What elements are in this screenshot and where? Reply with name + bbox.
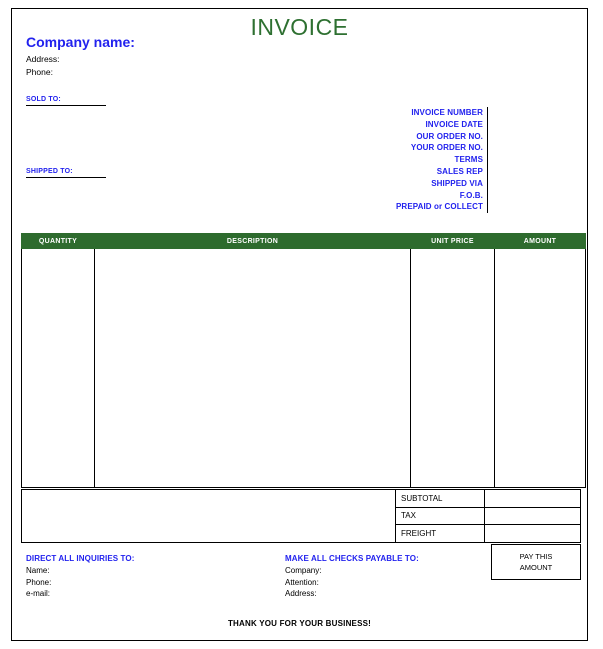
company-phone-label: Phone: xyxy=(26,67,53,77)
pay-this-amount-line1: PAY THIS xyxy=(519,552,553,561)
cell-amount[interactable] xyxy=(494,248,586,488)
inquiries-name-label: Name: xyxy=(26,566,50,575)
meta-label-our-order-no: OUR ORDER NO. xyxy=(416,131,483,141)
column-header-unit-price: UNIT PRICE xyxy=(410,233,495,249)
line-items-table: QUANTITY DESCRIPTION UNIT PRICE AMOUNT xyxy=(21,233,586,488)
sold-to-label: SOLD TO: xyxy=(26,96,106,106)
meta-label-invoice-date: INVOICE DATE xyxy=(425,119,483,129)
shipped-to-label: SHIPPED TO: xyxy=(26,168,106,178)
meta-label-your-order-no: YOUR ORDER NO. xyxy=(410,143,483,153)
cell-unit-price[interactable] xyxy=(410,248,495,488)
totals-table: SUBTOTAL TAX FREIGHT xyxy=(21,489,581,543)
meta-label-sales-rep: SALES REP xyxy=(436,166,483,176)
totals-label-tax: TAX xyxy=(395,506,485,525)
make-checks-payable-heading: MAKE ALL CHECKS PAYABLE TO: xyxy=(285,554,419,563)
invoice-meta-labels: INVOICE NUMBER INVOICE DATE OUR ORDER NO… xyxy=(263,107,488,214)
table-row xyxy=(21,248,586,488)
totals-row-subtotal: SUBTOTAL xyxy=(21,489,581,543)
totals-label-freight: FREIGHT xyxy=(395,524,485,543)
make-checks-payable-block: MAKE ALL CHECKS PAYABLE TO: Company: Att… xyxy=(285,553,515,600)
totals-value-freight[interactable] xyxy=(484,524,581,543)
cell-description[interactable] xyxy=(94,248,411,488)
column-header-amount: AMOUNT xyxy=(494,233,586,249)
cell-quantity[interactable] xyxy=(21,248,95,488)
checks-attention-label: Attention: xyxy=(285,577,319,587)
thank-you-message: THANK YOU FOR YOUR BUSINESS! xyxy=(227,619,372,628)
totals-label-subtotal: SUBTOTAL xyxy=(395,489,485,508)
direct-inquiries-heading: DIRECT ALL INQUIRIES TO: xyxy=(26,554,135,563)
column-header-quantity: QUANTITY xyxy=(21,233,95,249)
checks-address-label: Address: xyxy=(285,589,317,598)
company-address-label: Address: xyxy=(26,54,60,64)
meta-label-prepaid-or-collect: PREPAID or COLLECT xyxy=(396,202,483,212)
column-header-description: DESCRIPTION xyxy=(94,233,411,249)
company-info-block: Company name: Address: Phone: xyxy=(26,34,286,79)
direct-inquiries-block: DIRECT ALL INQUIRIES TO: Name: Phone: e-… xyxy=(26,553,256,600)
totals-value-subtotal[interactable] xyxy=(484,489,581,508)
inquiries-phone-label: Phone: xyxy=(26,577,52,587)
meta-label-fob: F.O.B. xyxy=(459,190,483,200)
checks-company-label: Company: xyxy=(285,566,322,575)
totals-blank-area xyxy=(21,489,396,543)
pay-this-amount-line2: AMOUNT xyxy=(519,563,553,572)
line-items-header-row: QUANTITY DESCRIPTION UNIT PRICE AMOUNT xyxy=(21,233,586,249)
totals-value-tax[interactable] xyxy=(484,506,581,525)
meta-label-shipped-via: SHIPPED VIA xyxy=(431,178,483,188)
company-name-label: Company name: xyxy=(26,34,135,50)
meta-label-terms: TERMS xyxy=(454,155,483,165)
meta-label-invoice-number: INVOICE NUMBER xyxy=(411,108,483,117)
inquiries-email-label: e-mail: xyxy=(26,589,51,598)
invoice-page-frame: INVOICE Company name: Address: Phone: SO… xyxy=(11,8,588,641)
